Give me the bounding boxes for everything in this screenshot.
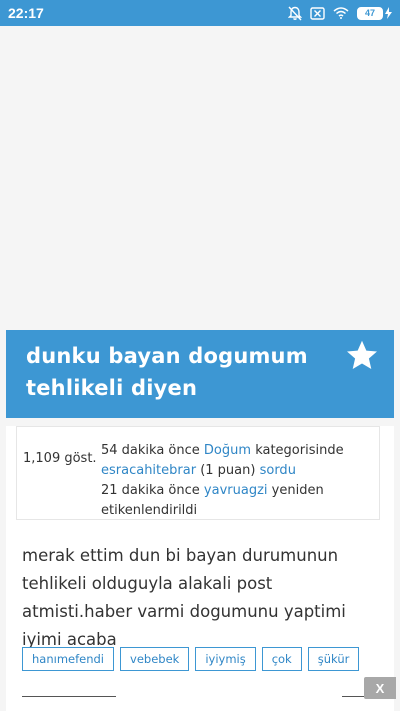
- category-link[interactable]: Doğum: [204, 443, 251, 458]
- battery-icon: 47: [357, 6, 392, 20]
- question-meta: 1,109 göst. 54 dakika önce Doğum kategor…: [16, 426, 380, 520]
- wifi-icon: [333, 7, 349, 19]
- tag-list: hanımefendi vebebek iyiymiş çok şükür: [22, 647, 360, 671]
- battery-level: 47: [357, 6, 383, 20]
- tag-item[interactable]: iyiymiş: [195, 647, 256, 671]
- tag-item[interactable]: hanımefendi: [22, 647, 115, 671]
- close-ad-button[interactable]: X: [364, 677, 396, 699]
- status-icons: 47: [288, 6, 392, 21]
- asked-verb-link[interactable]: sordu: [260, 463, 296, 478]
- favorite-star-icon[interactable]: [344, 338, 380, 378]
- divider: [22, 696, 116, 697]
- retagger-link[interactable]: yavruagzi: [204, 483, 268, 498]
- category-suffix: kategorisinde: [255, 443, 344, 458]
- question-meta-text: 54 dakika önce Doğum kategorisinde esrac…: [101, 441, 377, 521]
- bell-off-icon: [288, 6, 302, 21]
- status-bar: 22:17 47: [0, 0, 400, 26]
- status-time: 22:17: [8, 5, 44, 21]
- tag-item[interactable]: çok: [261, 647, 302, 671]
- tag-item[interactable]: şükür: [307, 647, 360, 671]
- question-title: dunku bayan dogumum tehlikeli diyen: [26, 344, 308, 400]
- retag-time: 21 dakika önce: [101, 483, 200, 498]
- asker-link[interactable]: esracahitebrar: [101, 463, 196, 478]
- close-box-icon: [310, 6, 325, 20]
- tag-item[interactable]: vebebek: [120, 647, 190, 671]
- asked-time: 54 dakika önce: [101, 443, 200, 458]
- question-body: merak ettim dun bi bayan durumunun tehli…: [22, 546, 346, 649]
- charging-icon: [385, 7, 392, 19]
- view-count: 1,109 göst.: [23, 451, 97, 466]
- ad-placeholder-area: [0, 26, 400, 330]
- asker-points: (1 puan): [200, 463, 256, 478]
- question-title-banner: dunku bayan dogumum tehlikeli diyen: [6, 330, 394, 418]
- question-card: 1,109 göst. 54 dakika önce Doğum kategor…: [6, 426, 394, 711]
